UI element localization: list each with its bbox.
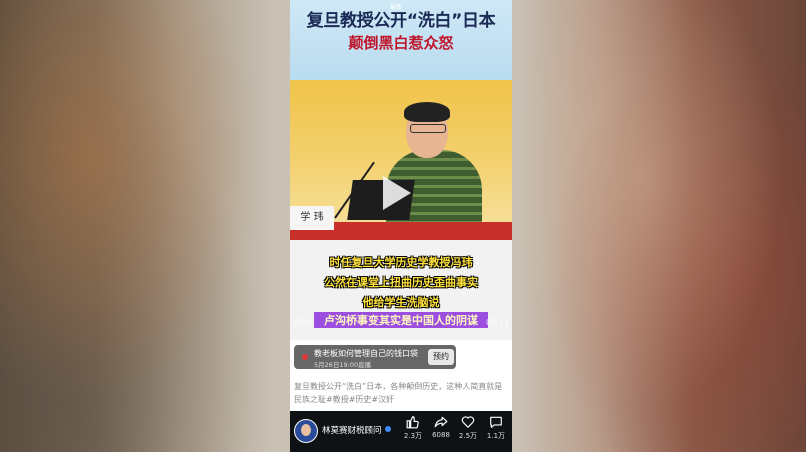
avatar-face [301, 424, 311, 436]
video-description: 复旦教授公开“洗白”日本，各种颠倒历史，这种人简直就是民族之耻#教授#历史#汉奸 [294, 382, 503, 404]
banner-subtitle: 5月26日19:00直播 [314, 361, 372, 369]
live-dot-icon [302, 354, 308, 360]
top-tag: 最新 [390, 4, 403, 11]
share-button[interactable]: 6088 [429, 415, 453, 439]
bottom-bar: 林莫赛财税顾问 2.3万 6088 2.5万 1.1万 [290, 411, 512, 452]
like-button[interactable]: 2.3万 [401, 415, 425, 441]
author-avatar[interactable] [294, 419, 318, 443]
comment-count: 1.1万 [486, 432, 506, 440]
video-title-line2: 颠倒黑白惹众怒 [348, 34, 454, 52]
thumbs-up-icon [406, 416, 419, 429]
speaker-glasses [410, 124, 446, 133]
share-count: 6088 [432, 431, 450, 439]
time-total: 00:11 [486, 318, 510, 327]
heart-icon [461, 416, 475, 428]
play-icon[interactable] [383, 176, 411, 210]
reserve-button[interactable]: 预约 [428, 349, 454, 365]
author-name[interactable]: 林莫赛财税顾问 [322, 424, 382, 436]
background-blur-left [0, 0, 290, 452]
live-reservation-banner[interactable]: 教老板如何管理自己的钱口袋 5月26日19:00直播 预约 [294, 345, 456, 369]
speaker-hair [404, 102, 450, 122]
verified-icon [385, 426, 391, 432]
description-area: 复旦教授公开“洗白”日本，各种颠倒历史，这种人简直就是民族之耻#教授#历史#汉奸 [290, 373, 512, 411]
caption-line-1: 时任复旦大学历史学教授冯玮 [329, 256, 473, 269]
banner-title: 教老板如何管理自己的钱口袋 [314, 349, 418, 358]
title-band: 复旦教授公开“洗白”日本 最新 颠倒黑白惹众怒 [290, 0, 512, 80]
time-elapsed: 00:0 [294, 318, 312, 327]
video-player[interactable]: 复旦教授公开“洗白”日本 最新 颠倒黑白惹众怒 学 玮 时任复旦大学历史学教授冯… [290, 0, 512, 452]
background-blur-right [512, 0, 806, 452]
like-count: 2.3万 [403, 432, 423, 440]
name-card: 学 玮 [290, 206, 334, 230]
comment-button[interactable]: 1.1万 [484, 415, 508, 441]
favorite-count: 2.5万 [458, 432, 478, 440]
caption-line-2: 公然在课堂上扭曲历史歪曲事实 [324, 276, 478, 289]
caption-line-4: 卢沟桥事变其实是中国人的阴谋 [314, 312, 488, 328]
favorite-button[interactable]: 2.5万 [456, 415, 480, 441]
share-arrow-icon [434, 416, 448, 428]
caption-line-3: 他给学生洗脑说 [362, 296, 440, 309]
comment-bubble-icon [490, 416, 502, 428]
